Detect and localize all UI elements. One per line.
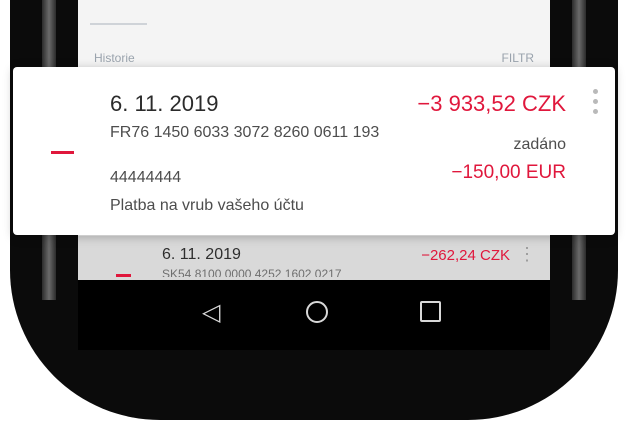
more-vertical-icon[interactable]: ⋮: [518, 244, 536, 265]
transaction-list: 6. 11. 2019 SK54 8100 0000 4252 1602 021…: [78, 236, 550, 280]
filter-button[interactable]: FILTR: [502, 51, 534, 65]
recents-square-icon[interactable]: [420, 301, 441, 322]
bank-code: 44444444: [110, 169, 182, 186]
android-nav-bar: ◁: [78, 280, 550, 350]
counterparty-account: FR76 1450 6033 3072 8260 0611 193: [110, 124, 380, 141]
debit-indicator-icon: [51, 151, 74, 154]
debit-indicator-icon: [116, 274, 131, 277]
history-title: Historie: [94, 51, 135, 65]
back-triangle-icon[interactable]: ◁: [202, 298, 220, 327]
transaction-account: SK54 8100 0000 4252 1602 0217: [162, 267, 342, 277]
transaction-row[interactable]: 6. 11. 2019 SK54 8100 0000 4252 1602 021…: [78, 236, 550, 280]
amount-eur: −150,00 EUR: [451, 162, 566, 183]
status-label: zadáno: [513, 136, 567, 153]
home-circle-icon[interactable]: [306, 301, 328, 323]
transaction-description: Platba na vrub vašeho účtu: [110, 197, 304, 214]
amount-czk: −3 933,52 CZK: [417, 91, 566, 116]
expanded-transaction-card[interactable]: 6. 11. 2019 FR76 1450 6033 3072 8260 061…: [13, 67, 615, 235]
history-header: Historie FILTR: [78, 47, 550, 67]
tab-indicator: [90, 23, 147, 25]
more-vertical-icon[interactable]: [591, 89, 599, 114]
transaction-date: 6. 11. 2019: [162, 246, 241, 263]
transaction-amount: −262,24 CZK: [421, 247, 510, 264]
transaction-date: 6. 11. 2019: [110, 91, 219, 116]
